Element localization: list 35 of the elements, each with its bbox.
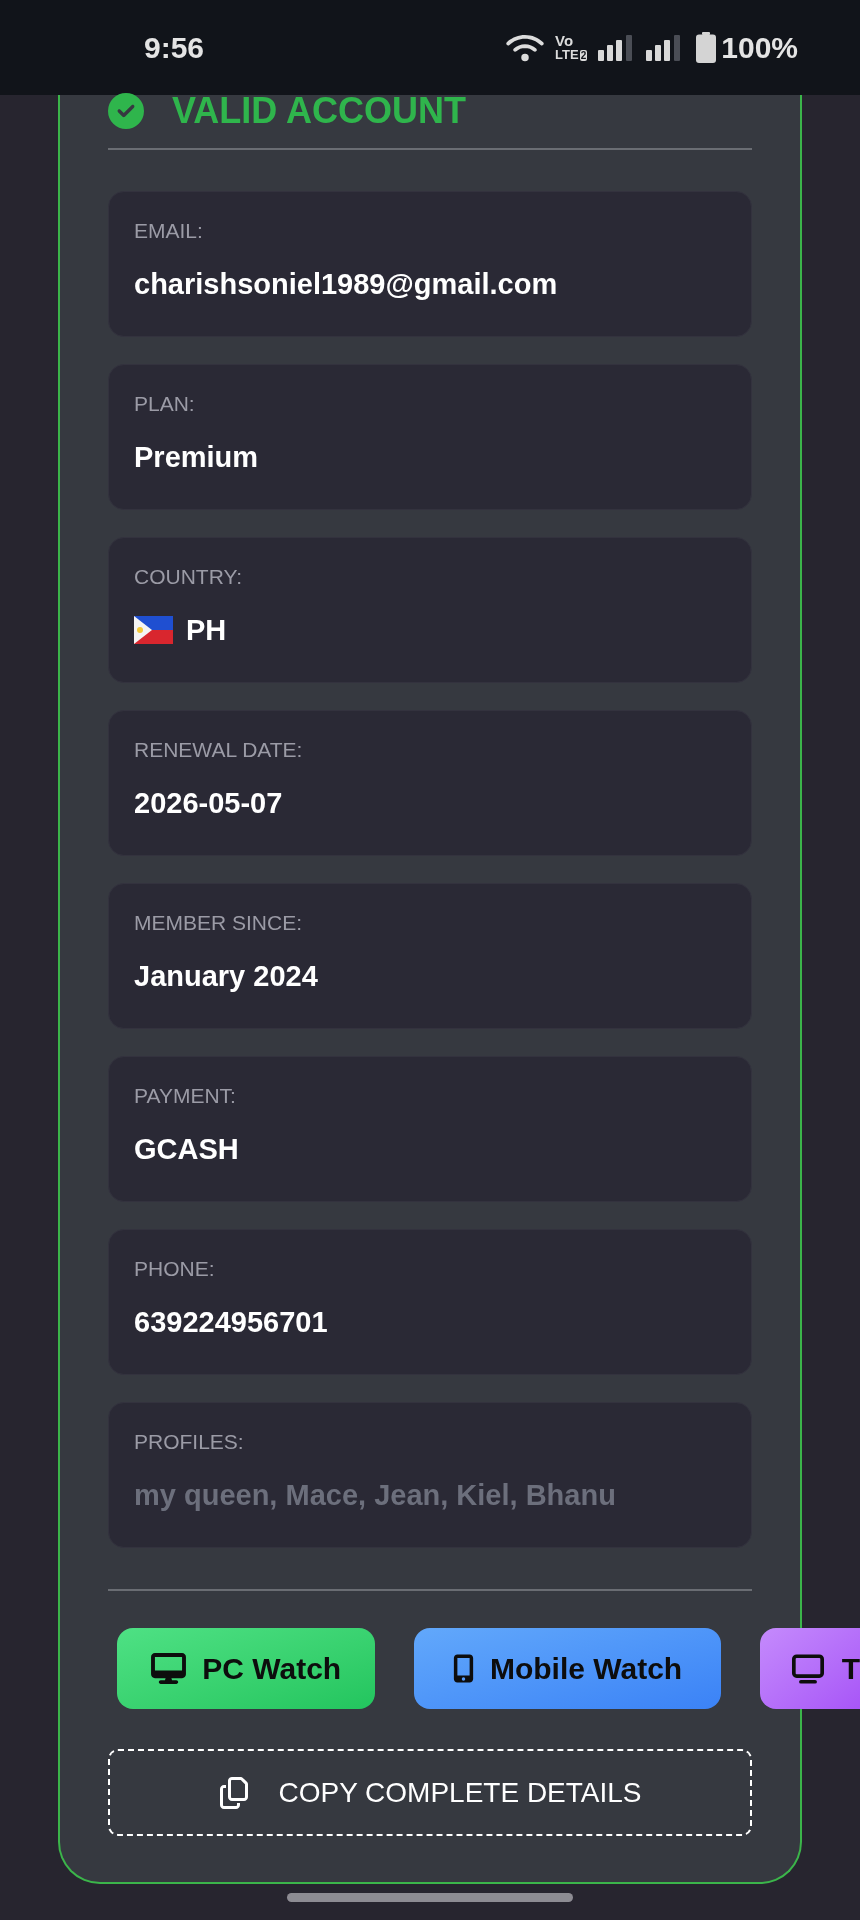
copy-icon — [218, 1776, 251, 1809]
field-value: 639224956701 — [134, 1305, 328, 1340]
field-value: January 2024 — [134, 959, 318, 994]
field-label: PHONE: — [134, 1256, 216, 1282]
battery-icon — [696, 32, 717, 63]
copy-details-button[interactable]: COPY COMPLETE DETAILS — [108, 1749, 752, 1836]
watch-button[interactable]: Mobile Watch — [414, 1628, 721, 1709]
field-label: PLAN: — [134, 391, 196, 417]
phone-icon — [452, 1653, 474, 1684]
watch-button[interactable]: T — [759, 1628, 860, 1709]
status-time: 9:56 — [144, 30, 205, 66]
field-label: PAYMENT: — [134, 1083, 237, 1109]
field-value: 2026-05-07 — [134, 786, 283, 821]
field-label: RENEWAL DATE: — [134, 737, 304, 763]
watch-button[interactable]: PC Watch — [117, 1628, 376, 1709]
battery-percent: 100% — [721, 30, 798, 66]
flag-icon — [134, 616, 173, 644]
field-value: PH — [186, 613, 227, 648]
field-label: PROFILES: — [134, 1429, 245, 1455]
field-value: Premium — [134, 440, 259, 475]
wifi-icon — [505, 32, 546, 63]
status-title: VALID ACCOUNT — [172, 95, 466, 127]
sim-number: 2 — [579, 49, 588, 61]
field-label: MEMBER SINCE: — [134, 910, 304, 936]
volte-label: Vo — [555, 33, 575, 48]
signal-icon — [598, 34, 635, 61]
lte-label: LTE — [555, 48, 579, 62]
field-value: charishsoniel1989@gmail.com — [134, 267, 558, 302]
tv-icon — [789, 1651, 826, 1686]
signal-icon — [646, 34, 683, 61]
field-value: my queen, Mace, Jean, Kiel, Bhanu — [134, 1478, 616, 1513]
field-label: EMAIL: — [134, 218, 204, 244]
desktop-icon — [151, 1653, 187, 1684]
field-value: GCASH — [134, 1132, 239, 1167]
field-label: COUNTRY: — [134, 564, 244, 590]
